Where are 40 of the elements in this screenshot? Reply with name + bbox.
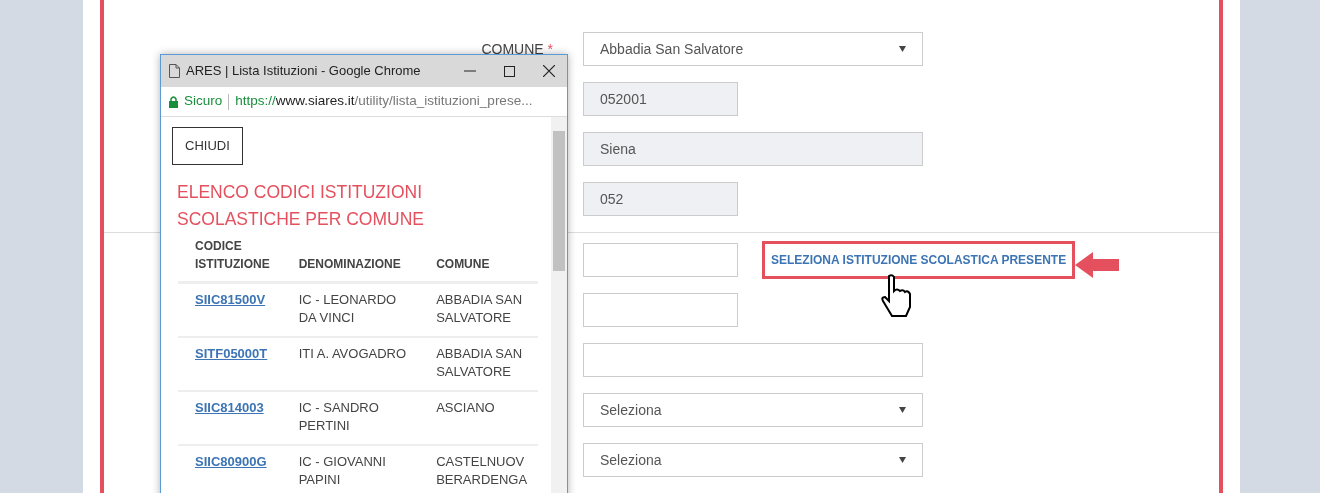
table-cell: CASTELNUOV BERARDENGA <box>436 452 529 489</box>
close-icon[interactable] <box>543 65 555 77</box>
lock-icon <box>169 95 178 108</box>
code-link[interactable]: SIIC81500V <box>195 291 266 307</box>
code-link[interactable]: SIIC814003 <box>195 399 264 415</box>
input-field[interactable]: Siena <box>583 132 923 166</box>
input-field[interactable] <box>583 243 738 277</box>
table-cell-text: ASCIANO <box>436 398 496 417</box>
table-cell-text: IC - LEONARDO DA VINCI <box>298 290 398 327</box>
table-cell-text: IC - GIOVANNI PAPINI <box>298 452 387 489</box>
select-field[interactable]: Seleziona <box>583 393 923 427</box>
caret-icon <box>899 46 906 52</box>
table-cell-text: ABBADIA SAN SALVATORE <box>436 290 524 327</box>
caret-icon <box>899 407 906 413</box>
input-field[interactable] <box>583 293 738 327</box>
input-field[interactable]: 052001 <box>583 82 738 116</box>
close-button[interactable]: CHIUDI <box>172 127 243 165</box>
select-field[interactable]: Seleziona <box>583 443 923 477</box>
select-link[interactable]: SELEZIONA ISTITUZIONE SCOLASTICA PRESENTE <box>762 241 1076 279</box>
scrollbar[interactable] <box>551 117 567 493</box>
document-icon <box>169 64 180 78</box>
maximize-icon[interactable] <box>504 65 515 77</box>
arrow-icon <box>1075 252 1119 278</box>
table-cell-text: IC - SANDRO PERTINI <box>298 398 380 435</box>
column-header: DENOMINAZIONE <box>281 232 420 282</box>
input-field[interactable]: 052 <box>583 182 738 216</box>
list-heading: ELENCO CODICI ISTITUZIONI SCOLASTICHE PER COMUNE <box>177 180 425 231</box>
url-text[interactable]: https://www.siares.it/utility/lista_istituzioni_prese... <box>235 91 533 112</box>
code-link[interactable]: SITF05000T <box>195 345 268 361</box>
caret-icon <box>899 457 906 463</box>
code-link[interactable]: SIIC80900G <box>195 453 267 469</box>
field-label: COMUNE * <box>481 40 553 57</box>
select-field[interactable]: Abbadia San Salvatore <box>583 32 923 66</box>
column-header: COMUNE <box>419 232 538 282</box>
security-label: Sicuro <box>184 92 223 111</box>
window-title: ARES | Lista Istituzioni - Google Chrome <box>186 62 422 81</box>
column-header: CODICE ISTITUZIONE <box>178 232 282 282</box>
input-field[interactable] <box>583 343 923 377</box>
table-cell-text: ITI A. AVOGADRO <box>298 344 408 363</box>
table-cell-text: ABBADIA SAN SALVATORE <box>436 344 524 381</box>
